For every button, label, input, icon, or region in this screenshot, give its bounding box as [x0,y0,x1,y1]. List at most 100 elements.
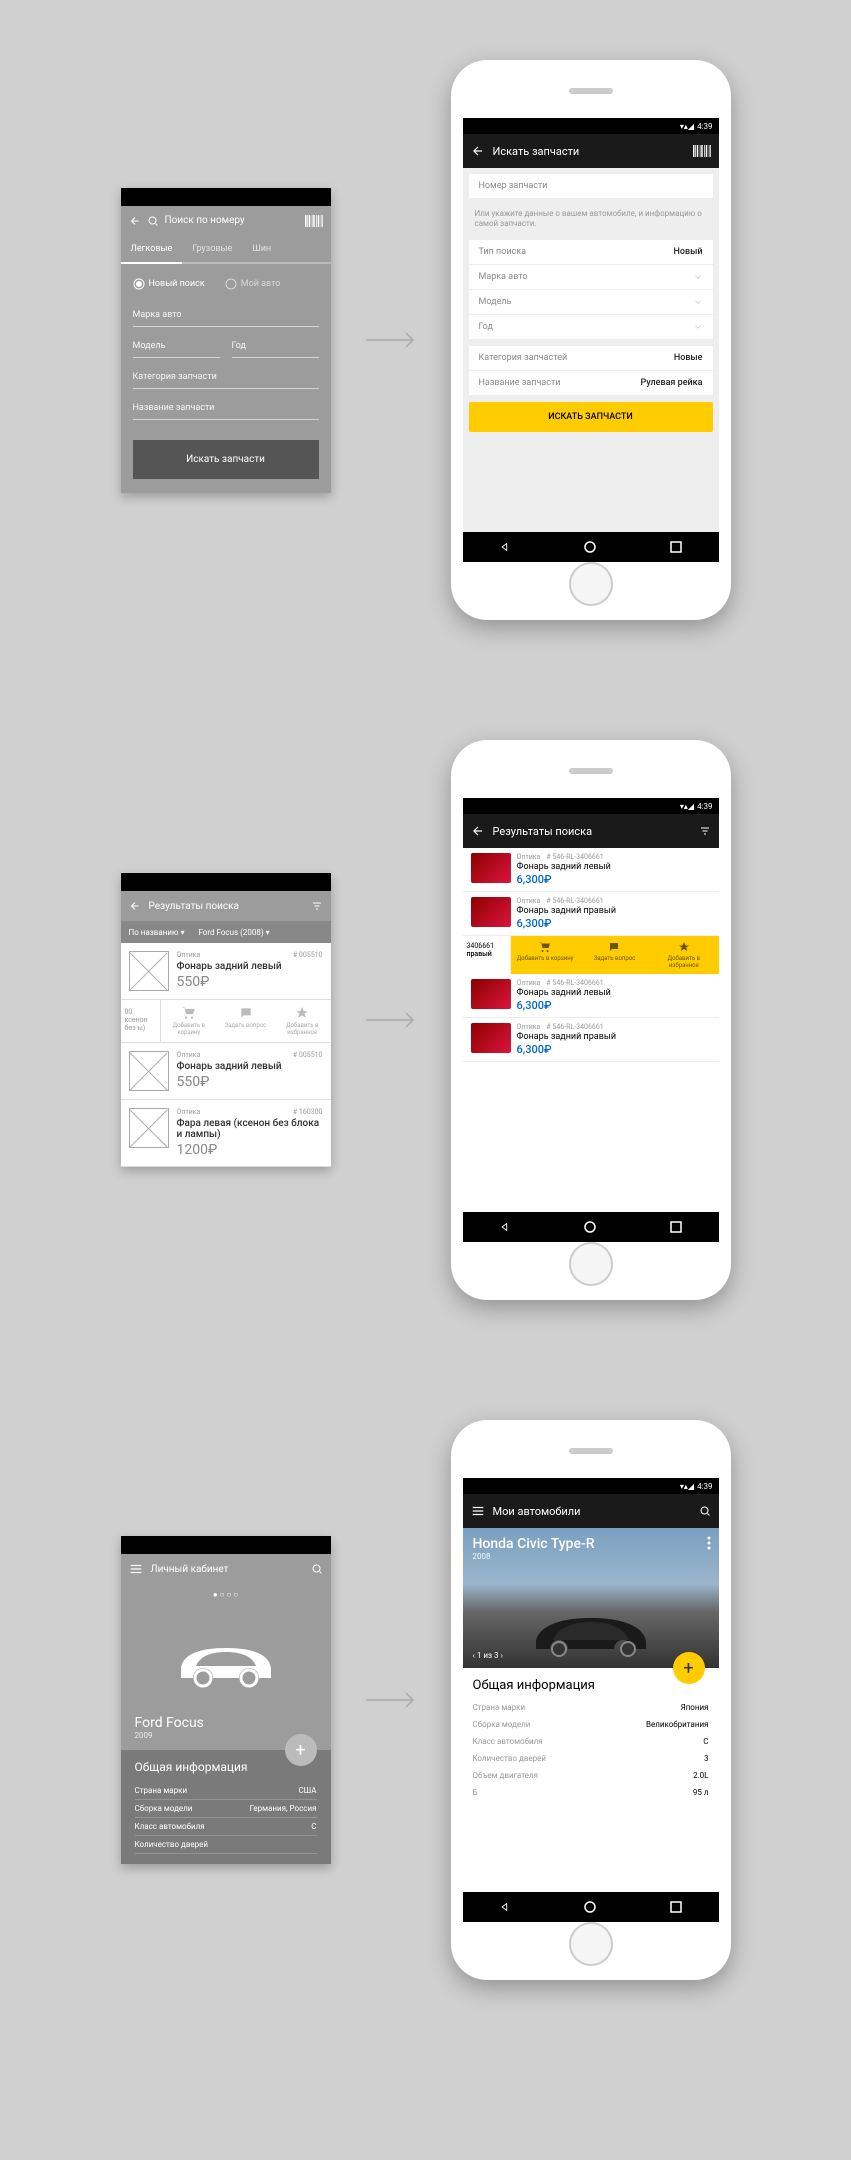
filter-icon[interactable] [699,825,711,837]
search-button[interactable]: Искать запчасти [133,440,319,479]
add-to-cart-button[interactable]: Добавить в корзину [511,936,580,974]
cart-icon [539,941,551,953]
star-icon [295,1006,309,1020]
search-icon [147,215,159,227]
phone-mockup-results: ▾▴◢4:39 Результаты поиска Оптика# 546-RL… [451,740,731,1300]
result-item[interactable]: Оптика# 160300Фара левая (ксенон без бло… [121,1100,331,1167]
cart-icon [182,1006,196,1020]
part-number-input[interactable]: Номер запчасти [469,174,713,199]
page-title: Мои автомобили [493,1505,581,1518]
thumbnail-placeholder [129,1051,169,1091]
info-row: Сборка моделиГермания, Россия [135,1800,317,1818]
back-icon[interactable] [129,900,141,912]
row-category[interactable]: Категория запчастейНовые [469,346,713,371]
result-item[interactable]: Оптика# 546-RL-3406661Фонарь задний прав… [463,1018,719,1062]
add-button[interactable]: + [285,1734,317,1766]
tabs: Легковые Грузовые Шин [121,236,331,264]
field-category[interactable]: Категория запчасти [133,366,319,389]
add-to-cart-button[interactable]: Добавить в корзину [161,1000,218,1042]
phone-mockup-search: ▾▴◢4:39 Искать запчасти Номер запчасти И… [451,60,731,620]
star-icon [678,941,690,953]
car-image [121,1605,331,1715]
nav-home-icon[interactable] [583,1900,597,1914]
page-title: Искать запчасти [493,145,580,158]
search-button[interactable]: ИСКАТЬ ЗАПЧАСТИ [469,402,713,432]
result-item[interactable]: Оптика# 546-RL-3406661Фонарь задний левы… [463,974,719,1018]
car-name: Ford Focus [121,1715,331,1731]
ask-question-button[interactable]: Задать вопрос [580,936,649,974]
search-bar[interactable]: Поиск по номеру [121,206,331,236]
barcode-icon[interactable] [693,145,711,157]
info-row: Б95 л [473,1784,709,1801]
section-title: Общая информация [473,1678,709,1693]
barcode-icon[interactable] [305,215,323,227]
tab-tires[interactable]: Шин [242,236,281,262]
thumbnail-placeholder [129,951,169,991]
nav-back-icon[interactable] [498,1220,512,1234]
ask-question-button[interactable]: Задать вопрос [217,1000,274,1042]
info-row: Страна маркиСША [135,1782,317,1800]
nav-recent-icon[interactable] [669,540,683,554]
row-search-type[interactable]: Тип поискаНовый [469,240,713,265]
result-item[interactable]: Оптика# 005510Фонарь задний левый550₽ [121,943,331,1000]
row-year[interactable]: Год [469,315,713,340]
add-favorite-button[interactable]: Добавить в избранное [274,1000,331,1042]
nav-bar [463,1892,719,1922]
car-hero[interactable]: Honda Civic Type-R 2008 ‹ 1 из 3 › + [463,1528,719,1668]
result-item[interactable]: Оптика# 546-RL-3406661Фонарь задний прав… [463,892,719,936]
car-year: 2008 [473,1552,709,1561]
swipe-actions: 00ксенон без ы) Добавить в корзину Задат… [121,1000,331,1043]
thumbnail [471,1023,511,1053]
nav-back-icon[interactable] [498,1900,512,1914]
filter-dropdown[interactable]: Ford Focus (2008) ▾ [198,928,269,937]
radio-new-search[interactable]: Новый поиск [133,278,205,290]
menu-icon[interactable] [471,1504,485,1518]
nav-home-icon[interactable] [583,1220,597,1234]
search-icon[interactable] [311,1563,323,1575]
swipe-actions: 3406661правый Добавить в корзину Задать … [463,936,719,974]
chevron-down-icon [693,322,703,332]
tab-cars[interactable]: Легковые [121,236,183,264]
sort-dropdown[interactable]: По названию ▾ [129,928,185,937]
chevron-down-icon [693,272,703,282]
wireframe-profile: Личный кабинет ● ○ ○ ○ Ford Focus 2009 +… [121,1536,331,1864]
info-row: Количество дверей [135,1836,317,1854]
info-row: Количество дверей3 [473,1750,709,1767]
row-brand[interactable]: Марка авто [469,265,713,290]
search-icon[interactable] [699,1505,711,1517]
back-icon[interactable] [471,824,485,838]
thumbnail [471,897,511,927]
tab-trucks[interactable]: Грузовые [182,236,242,262]
back-icon[interactable] [471,144,485,158]
info-row: Объем двигателя2.0L [473,1767,709,1784]
filter-icon[interactable] [311,900,323,912]
hero-pagination: ‹ 1 из 3 › [473,1651,503,1660]
hint-text: Или укажите данные о вашем автомобиле, и… [463,205,719,234]
field-name[interactable]: Название запчасти [133,397,319,420]
menu-icon[interactable] [129,1562,143,1576]
nav-home-icon[interactable] [583,540,597,554]
result-item[interactable]: Оптика# 546-RL-3406661Фонарь задний левы… [463,848,719,892]
thumbnail-placeholder [129,1108,169,1148]
add-favorite-button[interactable]: Добавить в избранное [649,936,718,974]
status-bar: ▾▴◢4:39 [463,118,719,134]
search-placeholder: Поиск по номеру [165,215,245,226]
thumbnail [471,853,511,883]
page-title: Личный кабинет [151,1564,229,1575]
phone-mockup-profile: ▾▴◢4:39 Мои автомобили Honda Civic Type-… [451,1420,731,1980]
carousel-indicator: ● ○ ○ ○ [121,1584,331,1605]
nav-back-icon[interactable] [498,540,512,554]
radio-off-icon [225,278,237,290]
row-model[interactable]: Модель [469,290,713,315]
field-brand[interactable]: Марка авто [133,304,319,327]
result-item[interactable]: Оптика# 005510Фонарь задний левый550₽ [121,1043,331,1100]
more-icon[interactable] [707,1536,711,1550]
add-button[interactable]: + [673,1652,705,1684]
nav-bar [463,1212,719,1242]
radio-my-car[interactable]: Мой авто [225,278,281,290]
nav-recent-icon[interactable] [669,1220,683,1234]
field-model[interactable]: Модель [133,335,220,358]
nav-recent-icon[interactable] [669,1900,683,1914]
field-year[interactable]: Год [232,335,319,358]
row-part-name[interactable]: Название запчастиРулевая рейка [469,371,713,396]
